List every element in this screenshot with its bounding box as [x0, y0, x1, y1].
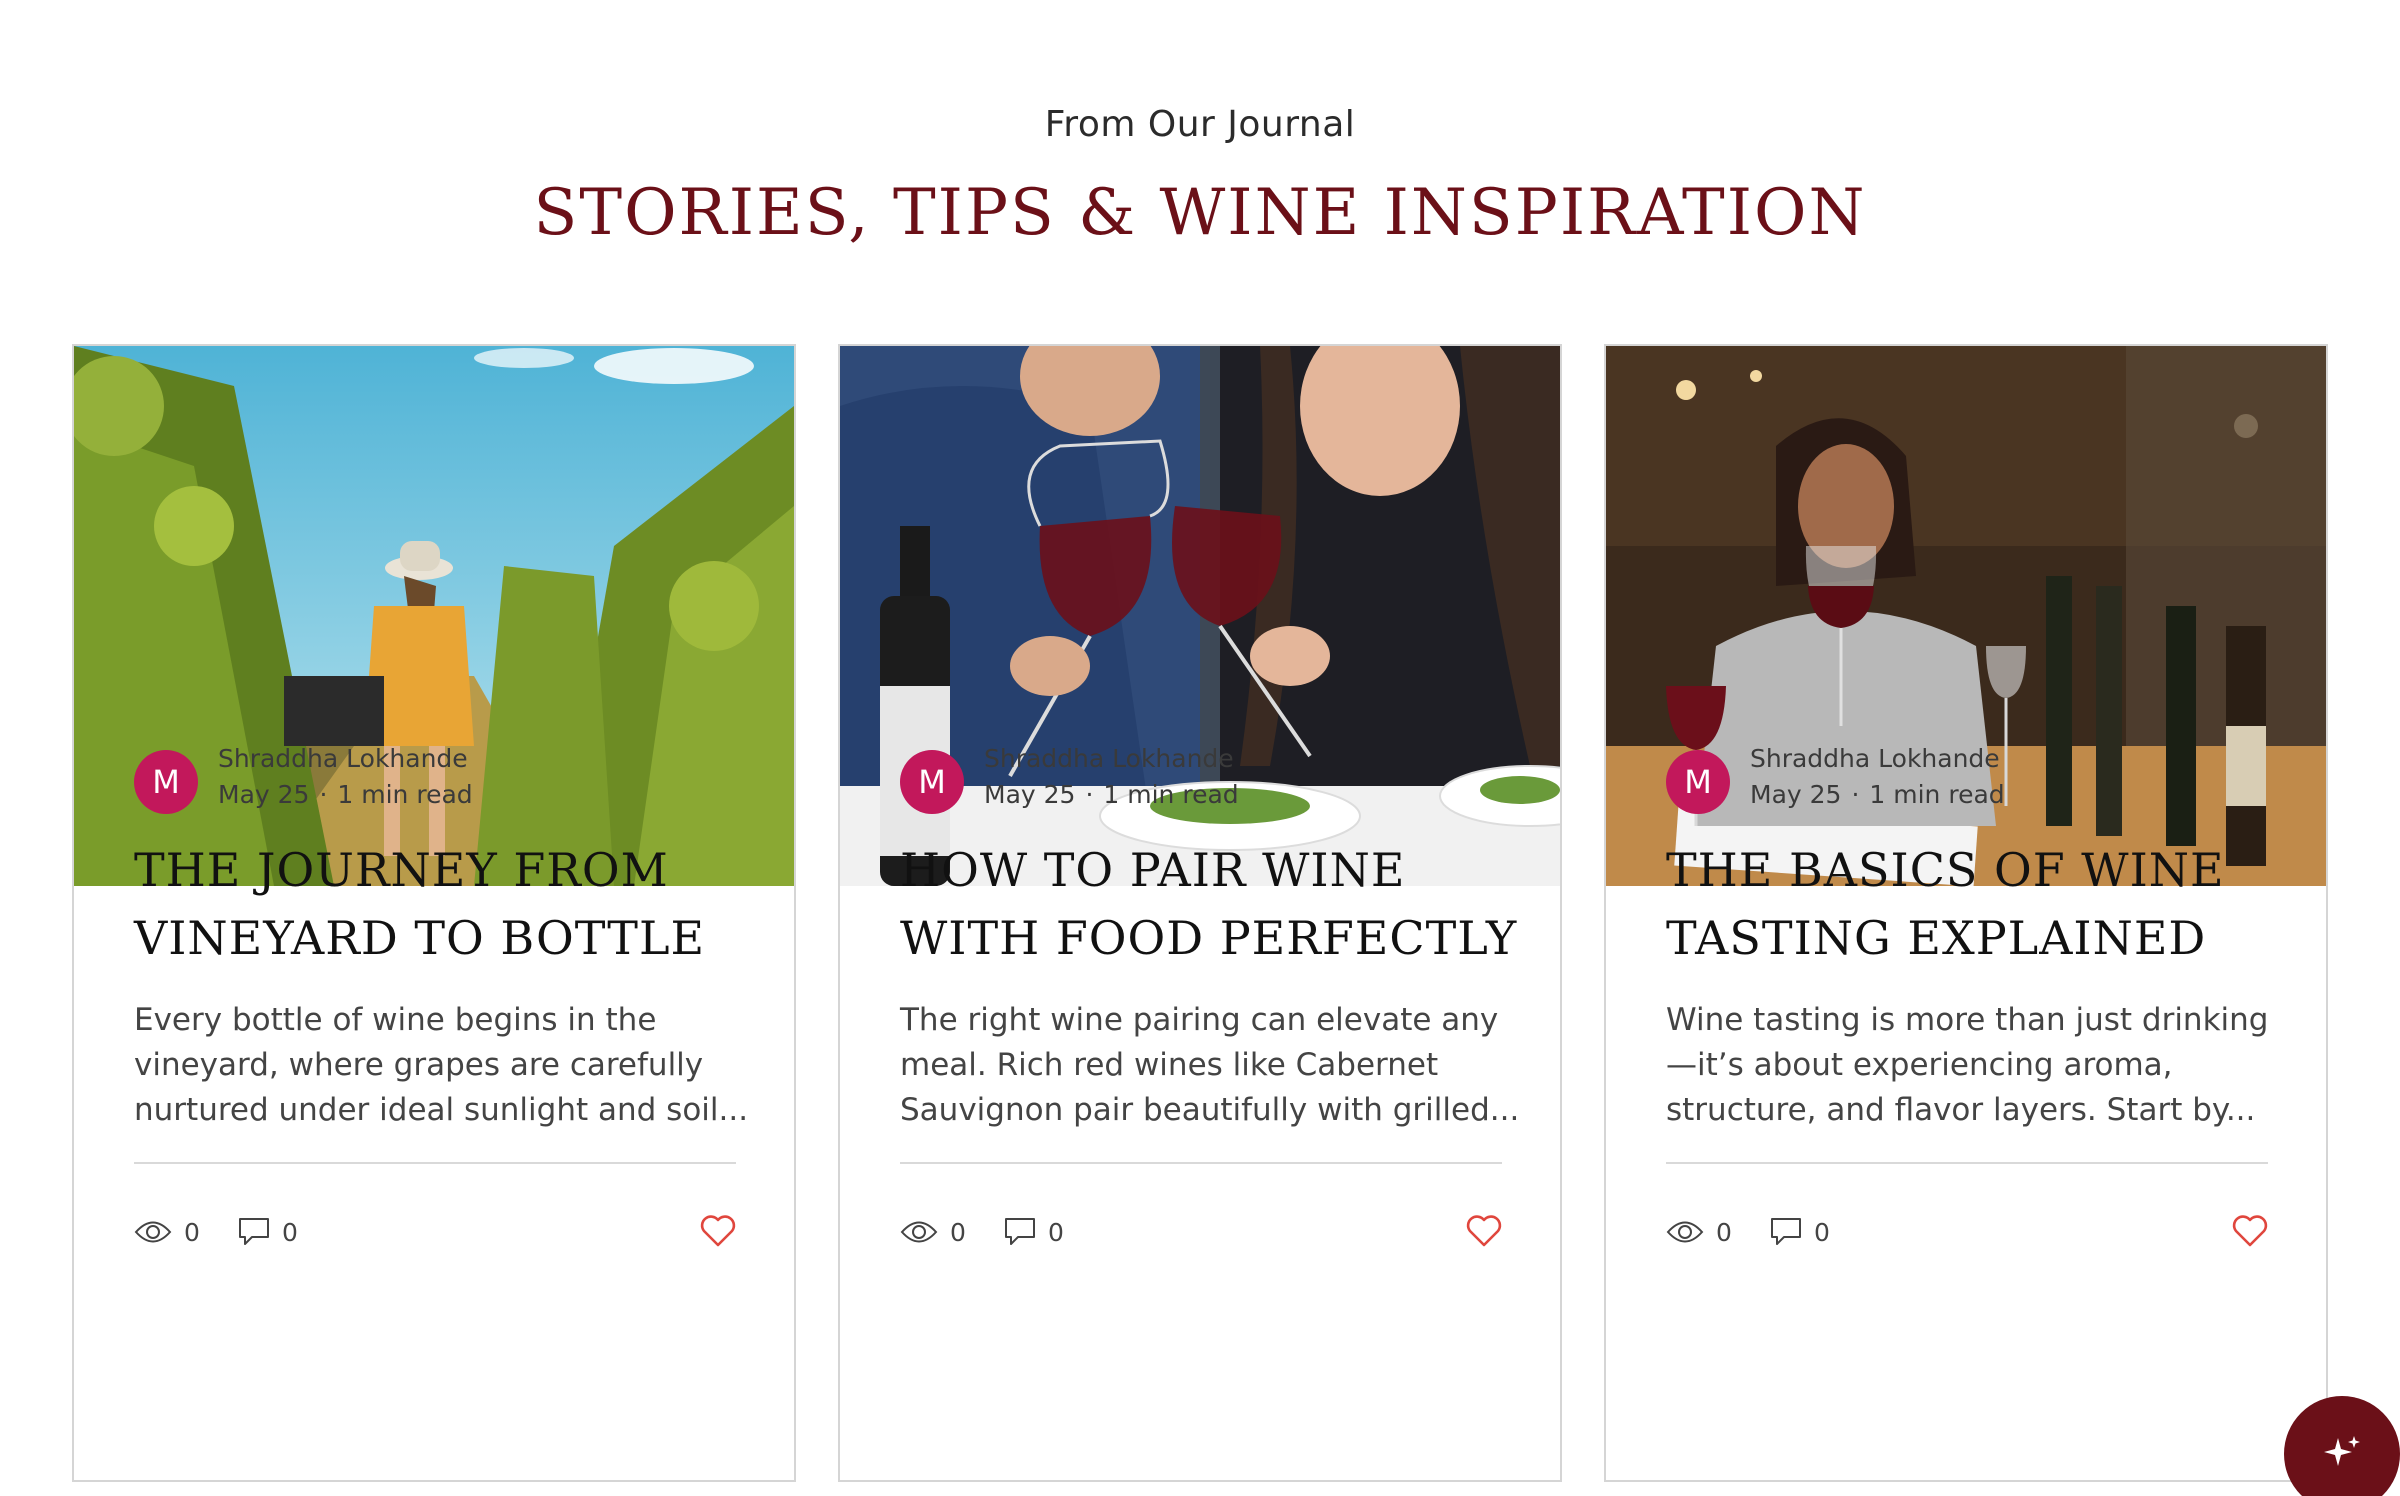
comments-count: 0 [1048, 1217, 1064, 1247]
views-count: 0 [184, 1217, 200, 1247]
read-time: 1 min read [1103, 780, 1239, 809]
comments-count: 0 [1814, 1217, 1830, 1247]
author-name[interactable]: Shraddha Lokhande [218, 744, 468, 773]
section-title: STORIES, TIPS & WINE INSPIRATION [533, 176, 1867, 250]
read-time: 1 min read [1869, 780, 2005, 809]
post-date: May 25 [1750, 780, 1842, 809]
comment-icon [1771, 1218, 1801, 1245]
post-meta: May 25 · 1 min read [218, 780, 473, 809]
read-time: 1 min read [337, 780, 473, 809]
comment-icon [1005, 1218, 1035, 1245]
post-excerpt: Wine tasting is more than just drinking—… [1666, 1002, 2269, 1128]
heart-icon[interactable] [700, 1214, 736, 1248]
post-date: May 25 [984, 780, 1076, 809]
post-stats: 0 0 [1666, 1212, 2268, 1252]
heart-icon[interactable] [1466, 1214, 1502, 1248]
post-title[interactable]: THE JOURNEY FROM VINEYARD TO BOTTLE [134, 836, 754, 972]
divider [1666, 1162, 2268, 1164]
post-date: May 25 [218, 780, 310, 809]
author-name[interactable]: Shraddha Lokhande [984, 744, 1234, 773]
post-excerpt: The right wine pairing can elevate any m… [900, 1002, 1520, 1128]
eye-icon [134, 1221, 172, 1243]
assistant-button[interactable] [2284, 1396, 2400, 1496]
comments-stat[interactable]: 0 [238, 1212, 298, 1252]
comments-stat[interactable]: 0 [1770, 1212, 1830, 1252]
views-count: 0 [950, 1217, 966, 1247]
views-count: 0 [1716, 1217, 1732, 1247]
comments-count: 0 [282, 1217, 298, 1247]
eye-icon [1666, 1221, 1704, 1243]
post-excerpt: Every bottle of wine begins in the viney… [134, 1002, 749, 1128]
post-stats: 0 0 [900, 1212, 1502, 1252]
avatar[interactable]: M [900, 750, 964, 814]
separator-dot: · [1085, 780, 1094, 809]
post-title[interactable]: HOW TO PAIR WINE WITH FOOD PERFECTLY [900, 836, 1520, 972]
separator-dot: · [1851, 780, 1860, 809]
avatar[interactable]: M [134, 750, 198, 814]
eye-icon [900, 1221, 938, 1243]
post-meta: May 25 · 1 min read [1750, 780, 2005, 809]
post-title[interactable]: THE BASICS OF WINE TASTING EXPLAINED [1666, 836, 2286, 972]
blog-post-card[interactable]: M Shraddha Lokhande May 25 · 1 min read TH… [1604, 344, 2328, 1482]
blog-post-card[interactable]: M Shraddha Lokhande May 25 · 1 min read TH… [72, 344, 796, 1482]
comments-stat[interactable]: 0 [1004, 1212, 1064, 1252]
post-meta: May 25 · 1 min read [984, 780, 1239, 809]
divider [134, 1162, 736, 1164]
views-stat: 0 [1666, 1212, 1732, 1252]
section-eyebrow: From Our Journal [1044, 104, 1356, 145]
avatar[interactable]: M [1666, 750, 1730, 814]
heart-icon[interactable] [2232, 1214, 2268, 1248]
sparkle-icon [2324, 1436, 2360, 1466]
post-stats: 0 0 [134, 1212, 736, 1252]
views-stat: 0 [134, 1212, 200, 1252]
comment-icon [239, 1218, 269, 1245]
separator-dot: · [319, 780, 328, 809]
blog-post-card[interactable]: M Shraddha Lokhande May 25 · 1 min read HO… [838, 344, 1562, 1482]
divider [900, 1162, 1502, 1164]
author-name[interactable]: Shraddha Lokhande [1750, 744, 2000, 773]
views-stat: 0 [900, 1212, 966, 1252]
